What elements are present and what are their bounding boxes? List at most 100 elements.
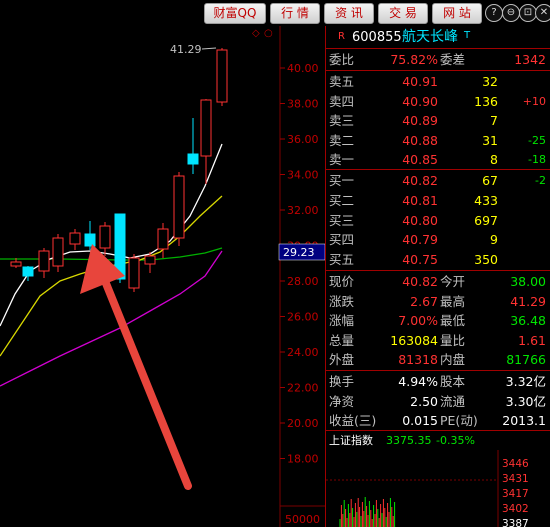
bid-label: 买二 xyxy=(329,192,355,208)
index-value: 3375.35 xyxy=(386,434,432,447)
index-axis-label: 3402 xyxy=(502,503,529,515)
bid-row[interactable]: 买二 40.81 433 xyxy=(326,191,550,210)
index-axis-label: 3417 xyxy=(502,488,529,500)
chart-settings-icon[interactable]: ◇ ○ xyxy=(252,28,273,39)
price-tick-label: 38.00 xyxy=(287,98,319,111)
fin-value2: 2013.1 xyxy=(502,413,546,428)
ask-change: -18 xyxy=(528,153,546,166)
stat-value: 163084 xyxy=(390,332,438,348)
price-tick-label: 40.00 xyxy=(287,62,319,75)
bid-row[interactable]: 买一 40.82 67 -2 xyxy=(326,171,550,190)
quote-button[interactable]: 行 情 xyxy=(270,3,320,24)
svg-text:◇: ◇ xyxy=(252,28,260,39)
trade-button[interactable]: 交 易 xyxy=(378,3,428,24)
ask-label: 卖二 xyxy=(329,132,355,148)
stat-label: 涨幅 xyxy=(329,313,355,329)
stat-label2: 最低 xyxy=(440,313,466,329)
bid-row[interactable]: 买五 40.75 350 xyxy=(326,250,550,269)
high-pointer-line xyxy=(201,47,217,50)
bid-volume: 433 xyxy=(474,192,498,208)
fin-label2: 流通 xyxy=(440,393,466,409)
help-icon[interactable]: ? xyxy=(485,4,503,22)
separator xyxy=(326,48,550,49)
fin-label: 净资 xyxy=(329,393,355,409)
ask-price: 40.89 xyxy=(402,113,438,128)
price-tick-label: 20.00 xyxy=(287,417,319,430)
minimize-icon[interactable]: ⊖ xyxy=(502,4,520,22)
stock-header: R 600855 航天长峰 T xyxy=(326,26,550,48)
stock-code: 600855 xyxy=(352,30,402,45)
fin-label: 换手 xyxy=(329,374,355,389)
fin-label: 收益(三) xyxy=(329,413,377,428)
fin-value: 4.94% xyxy=(398,374,438,389)
stat-row: 涨幅 7.00% 最低 36.48 xyxy=(326,311,550,330)
fin-label2: 股本 xyxy=(440,374,466,389)
candle-body xyxy=(22,266,34,277)
stat-value: 81318 xyxy=(398,352,438,368)
stock-name: 航天长峰 xyxy=(402,29,458,45)
fin-label2: PE(动) xyxy=(440,413,478,428)
fin-row: 换手 4.94% 股本 3.32亿 xyxy=(326,372,550,391)
candle-body xyxy=(128,257,140,289)
ask-row[interactable]: 卖五 40.91 32 xyxy=(326,72,550,91)
stat-label2: 最高 xyxy=(440,293,466,309)
stat-value2: 81766 xyxy=(506,352,546,368)
weibi-row: 委比 75.82% 委差 1342 xyxy=(326,50,550,69)
website-button[interactable]: 网 站 xyxy=(432,3,482,24)
price-tick-label: 34.00 xyxy=(287,169,319,182)
bid-row[interactable]: 买四 40.79 9 xyxy=(326,230,550,249)
price-tick-label: 26.00 xyxy=(287,311,319,324)
bid-price: 40.80 xyxy=(402,212,438,228)
ask-label: 卖五 xyxy=(329,74,355,89)
ask-row[interactable]: 卖四 40.90 136 +10 xyxy=(326,92,550,111)
candle-body xyxy=(38,250,50,272)
ask-row[interactable]: 卖三 40.89 7 xyxy=(326,111,550,130)
price-tick-label: 18.00 xyxy=(287,453,319,466)
stat-label2: 今开 xyxy=(440,274,466,289)
stat-value: 40.82 xyxy=(402,274,438,289)
ask-label: 卖一 xyxy=(329,152,355,167)
bid-label: 买五 xyxy=(329,252,355,268)
stat-label2: 量比 xyxy=(440,332,466,348)
price-tick-label: 36.00 xyxy=(287,133,319,146)
candle-body xyxy=(99,225,111,249)
r-marker-icon: R xyxy=(338,31,345,42)
index-axis: 3446 3431 3417 3402 3387 xyxy=(502,458,529,527)
price-axis: 40.0038.0036.0034.0032.0030.0028.0026.00… xyxy=(280,62,319,466)
index-mini-chart[interactable]: 3446 3431 3417 3402 3387 xyxy=(326,450,550,527)
ask-label: 卖四 xyxy=(329,93,355,109)
fin-value: 0.015 xyxy=(402,413,438,428)
price-tick-label: 28.00 xyxy=(287,275,319,288)
caifu-qq-button[interactable]: 财富QQ xyxy=(204,3,266,24)
separator xyxy=(326,370,550,371)
bid-price: 40.79 xyxy=(402,232,438,248)
price-tick-label: 32.00 xyxy=(287,204,319,217)
current-price-tag: 29.23 xyxy=(283,246,315,259)
stat-label: 外盘 xyxy=(329,352,355,368)
candle-body xyxy=(84,233,96,247)
stat-label: 现价 xyxy=(329,274,355,289)
ask-price: 40.88 xyxy=(402,132,438,148)
index-axis-label: 3431 xyxy=(502,473,529,485)
fin-value2: 3.32亿 xyxy=(505,374,546,389)
separator xyxy=(326,70,550,71)
ask-row[interactable]: 卖一 40.85 8 -18 xyxy=(326,150,550,169)
ask-volume: 136 xyxy=(474,93,498,109)
candle-body xyxy=(10,261,22,267)
bid-label: 买三 xyxy=(329,212,355,228)
quote-panel: R 600855 航天长峰 T 委比 75.82% 委差 1342 卖五 40.9… xyxy=(326,26,550,527)
bid-row[interactable]: 买三 40.80 697 xyxy=(326,211,550,230)
ask-row[interactable]: 卖二 40.88 31 -25 xyxy=(326,131,550,150)
stat-row: 涨跌 2.67 最高 41.29 xyxy=(326,292,550,311)
separator xyxy=(326,169,550,170)
index-header[interactable]: 上证指数 3375.35 -0.35% xyxy=(326,432,550,450)
ask-volume: 7 xyxy=(490,113,498,128)
close-icon[interactable]: ✕ xyxy=(535,4,550,22)
kline-chart[interactable]: ◇ ○ 40.0038.0036.0034.0032.0030.0028.002… xyxy=(0,26,325,527)
volume-axis-label: 50000 xyxy=(285,513,320,526)
stat-value2: 38.00 xyxy=(510,274,546,289)
price-tick-label: 22.00 xyxy=(287,382,319,395)
news-button[interactable]: 资 讯 xyxy=(324,3,374,24)
separator xyxy=(326,430,550,431)
bid-volume: 697 xyxy=(474,212,498,228)
